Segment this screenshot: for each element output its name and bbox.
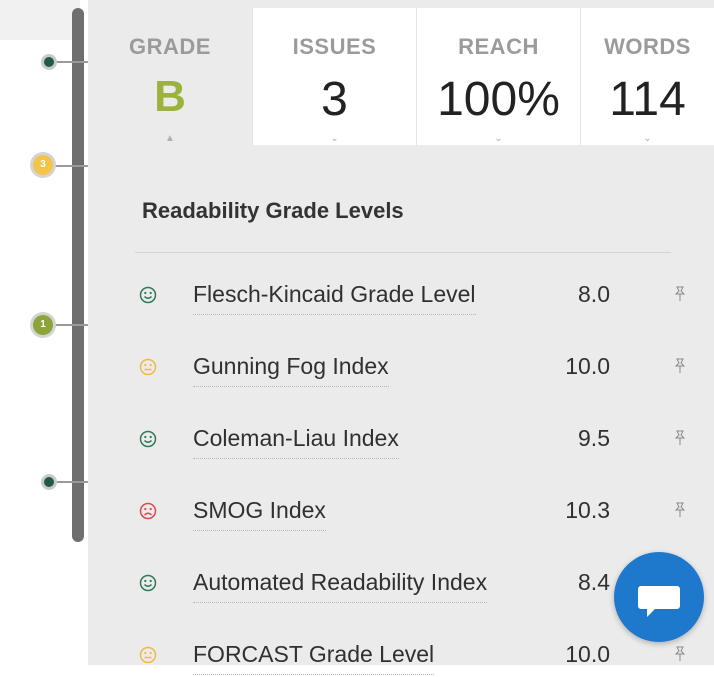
words-value: 114 — [609, 73, 686, 126]
tab-issues[interactable]: ISSUES 3 ⌄ — [252, 8, 416, 145]
grade-value: B — [154, 72, 186, 121]
readability-row[interactable]: Gunning Fog Index 10.0 — [0, 349, 714, 389]
timeline-tick — [54, 324, 88, 326]
sad-face-icon — [139, 502, 157, 520]
pin-icon[interactable] — [673, 357, 687, 375]
happy-face-icon — [139, 430, 157, 448]
issue-count-badge[interactable]: 3 — [33, 155, 53, 175]
metric-value: 10.3 — [565, 497, 610, 523]
stats-tabs: GRADE B ▲ ISSUES 3 ⌄ REACH 100% ⌄ WORDS … — [88, 8, 714, 145]
pin-icon[interactable] — [673, 645, 687, 663]
timeline-tick — [54, 61, 88, 63]
chevron-up-icon: ▲ — [165, 133, 175, 144]
metric-name[interactable]: FORCAST Grade Level — [193, 641, 435, 675]
readability-row[interactable]: FORCAST Grade Level 10.0 — [0, 637, 714, 677]
issues-value: 3 — [321, 73, 348, 126]
metric-name[interactable]: Gunning Fog Index — [193, 353, 389, 387]
metric-value: 9.5 — [578, 425, 610, 451]
chevron-down-icon: ⌄ — [330, 133, 339, 144]
chevron-down-icon: ⌄ — [494, 133, 503, 144]
pin-icon[interactable] — [673, 285, 687, 303]
stat-label: REACH — [458, 34, 539, 59]
readability-row[interactable]: SMOG Index 10.3 — [0, 493, 714, 533]
chat-button[interactable] — [614, 552, 704, 642]
timeline-tick — [54, 481, 88, 483]
stat-label: GRADE — [129, 34, 211, 59]
timeline-dot[interactable] — [41, 54, 57, 70]
metric-value: 10.0 — [565, 353, 610, 379]
timeline-dot[interactable] — [41, 474, 57, 490]
section-title: Readability Grade Levels — [142, 198, 404, 223]
metric-name[interactable]: SMOG Index — [193, 497, 326, 531]
reach-value: 100% — [437, 73, 560, 126]
metric-name[interactable]: Flesch-Kincaid Grade Level — [193, 281, 476, 315]
pin-icon[interactable] — [673, 429, 687, 447]
chat-bubble-icon — [638, 586, 680, 617]
pin-icon[interactable] — [673, 501, 687, 519]
tab-grade[interactable]: GRADE B ▲ — [88, 8, 252, 145]
timeline-bar[interactable] — [72, 8, 84, 542]
stat-label: ISSUES — [292, 34, 377, 59]
timeline-tick — [54, 165, 88, 167]
top-strip — [0, 0, 80, 40]
readability-row[interactable]: Automated Readability Index 8.4 — [0, 565, 714, 605]
happy-face-icon — [139, 574, 157, 592]
readability-row[interactable]: Coleman-Liau Index 9.5 — [0, 421, 714, 461]
metric-name[interactable]: Automated Readability Index — [193, 569, 488, 603]
divider — [135, 252, 671, 253]
readability-row[interactable]: Flesch-Kincaid Grade Level 8.0 — [0, 277, 714, 317]
metric-value: 10.0 — [565, 641, 610, 667]
neutral-face-icon — [139, 358, 157, 376]
tab-words[interactable]: WORDS 114 ⌄ — [580, 8, 714, 145]
metric-value: 8.4 — [578, 569, 610, 595]
metric-value: 8.0 — [578, 281, 610, 307]
neutral-face-icon — [139, 646, 157, 664]
stat-label: WORDS — [604, 34, 691, 59]
happy-face-icon — [139, 286, 157, 304]
tab-reach[interactable]: REACH 100% ⌄ — [416, 8, 580, 145]
chevron-down-icon: ⌄ — [643, 133, 652, 144]
metric-name[interactable]: Coleman-Liau Index — [193, 425, 399, 459]
issue-count-badge[interactable]: 1 — [33, 315, 53, 335]
